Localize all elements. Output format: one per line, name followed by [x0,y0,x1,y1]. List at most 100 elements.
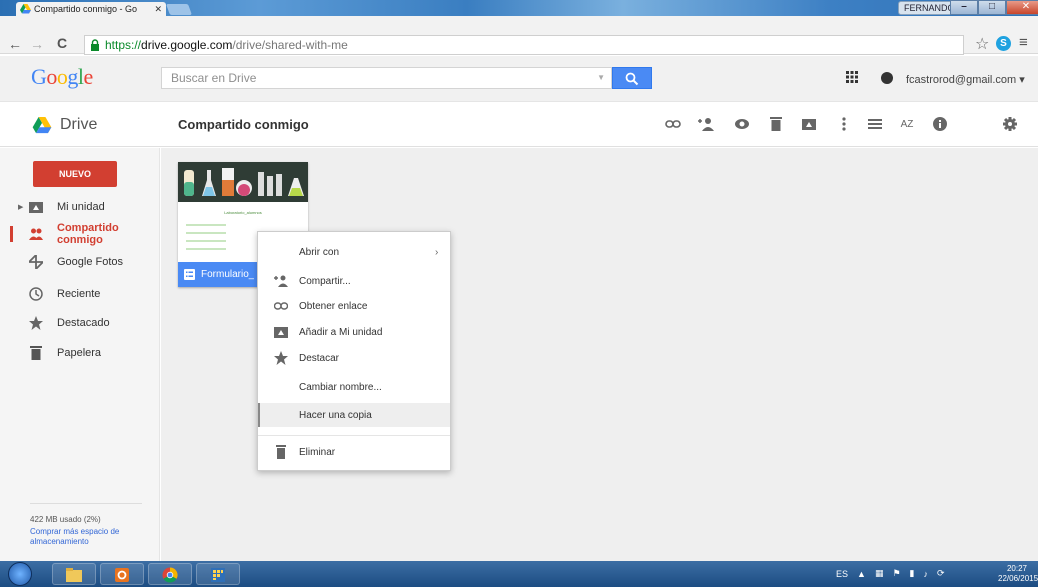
skype-extension-icon[interactable]: S [996,36,1011,51]
close-window-button[interactable]: ✕ [1006,0,1038,15]
submenu-arrow-icon: › [435,246,439,258]
tab-close-icon[interactable]: ✕ [154,4,162,15]
share-person-icon[interactable] [697,116,715,134]
menu-item-open-with[interactable]: Abrir con › [258,240,450,264]
minimize-button[interactable]: – [950,0,978,15]
app-grid-icon [211,568,225,582]
volume-icon[interactable]: ♪ [923,569,928,579]
thumbnail-line [186,240,226,242]
drive-favicon-icon [20,4,31,14]
forward-icon[interactable]: → [30,36,44,52]
sidebar-item-label: Compartido conmigo [57,222,119,246]
menu-item-share[interactable]: Compartir... [258,269,450,293]
delete-trash-icon[interactable] [767,116,785,134]
sidebar-item-label: Destacado [57,317,110,329]
trash-icon [276,445,286,459]
url-host: drive.google.com [141,38,233,52]
chrome-icon [162,567,178,583]
trash-icon [30,346,42,360]
sidebar-item-recent[interactable]: Reciente [0,280,160,308]
address-bar[interactable]: https:// drive.google.com /drive/shared-… [84,35,964,55]
preview-eye-icon[interactable] [733,116,751,134]
more-actions-icon[interactable] [835,116,853,134]
browser-menu-icon[interactable]: ≡ [1019,34,1028,51]
menu-item-rename[interactable]: Cambiar nombre... [258,375,450,399]
thumbnail-line [186,232,226,234]
search-icon [625,72,639,86]
settings-gear-icon[interactable] [1001,116,1019,134]
expand-arrow-icon[interactable]: ▶ [18,203,23,211]
taskbar-chrome-button[interactable] [148,563,192,585]
sidebar-item-label: Papelera [57,347,102,359]
sort-az-icon[interactable]: AZ [898,116,916,134]
info-icon[interactable] [931,116,949,134]
sidebar-item-photos[interactable]: Google Fotos [0,248,160,276]
buy-storage-link[interactable]: Comprar más espacio de almacenamiento [30,527,140,547]
menu-item-label: Cambiar nombre... [299,381,382,393]
system-tray: ES ▲ ▦ ⚑ ▮ ♪ ⟳ [836,568,945,579]
context-menu: Abrir con › Compartir... Obtener enlace … [257,231,451,471]
file-thumbnail-header [178,162,308,202]
menu-item-label: Obtener enlace [299,300,368,312]
sidebar-item-starred[interactable]: Destacado [0,309,160,337]
lab-illustration-icon [178,162,308,202]
new-button[interactable]: NUEVO [33,161,117,187]
my-drive-icon [29,202,43,213]
menu-item-make-copy[interactable]: Hacer una copia [258,403,450,427]
menu-item-add-to-drive[interactable]: Añadir a Mi unidad [258,320,450,344]
sidebar-item-shared[interactable]: Compartido conmigo [0,220,160,248]
drive-app-name[interactable]: Drive [60,116,97,134]
back-icon[interactable]: ← [8,36,22,52]
taskbar-outlook-button[interactable] [100,563,144,585]
menu-item-label: Eliminar [299,446,336,458]
menu-item-label: Compartir... [299,275,351,287]
outlook-icon [115,568,129,582]
get-link-icon[interactable] [664,116,682,134]
sidebar-item-label: Mi unidad [57,201,105,213]
search-input[interactable]: Buscar en Drive ▼ [161,67,612,89]
menu-item-star[interactable]: Destacar [258,346,450,370]
url-path: /drive/shared-with-me [232,38,348,52]
sidebar-item-trash[interactable]: Papelera [0,339,160,367]
taskbar-explorer-button[interactable] [52,563,96,585]
breadcrumb: Compartido conmigo [178,117,309,132]
flag-icon[interactable]: ⚑ [892,568,900,579]
taskbar-clock[interactable]: 20:27 22/06/2015 [998,564,1038,584]
window-controls: – □ ✕ [950,0,1038,15]
menu-item-label: Hacer una copia [299,409,372,421]
sidebar-item-label: Reciente [57,288,101,300]
star-icon [29,316,43,330]
drive-logo-icon[interactable] [32,117,52,134]
menu-item-get-link[interactable]: Obtener enlace [258,294,450,318]
url-scheme: https:// [105,38,142,52]
tray-expand-icon[interactable]: ▲ [857,569,866,579]
clock-icon [29,287,43,301]
new-tab-button[interactable] [165,4,193,15]
photos-icon [29,255,43,269]
maximize-button[interactable]: □ [978,0,1006,15]
network-icon[interactable]: ▦ [875,568,884,579]
browser-tab[interactable]: Compartido conmigo - Go ✕ [16,2,166,16]
tab-title: Compartido conmigo - Go [34,4,138,14]
bookmark-star-icon[interactable]: ☆ [975,34,989,54]
google-logo[interactable]: Google [31,64,93,90]
battery-icon[interactable]: ▮ [910,568,915,579]
search-options-caret-icon[interactable]: ▼ [597,68,605,88]
menu-item-label: Añadir a Mi unidad [299,326,383,338]
sync-icon[interactable]: ⟳ [937,568,945,579]
clock-time: 20:27 [1006,564,1028,573]
menu-item-delete[interactable]: Eliminar [258,440,450,464]
start-button[interactable] [8,562,32,586]
add-to-drive-icon[interactable] [800,116,818,134]
notifications-icon[interactable] [881,72,893,84]
menu-separator [258,435,450,436]
sidebar-item-my-drive[interactable]: ▶ Mi unidad [0,193,160,221]
reload-icon[interactable]: C [57,35,67,51]
list-view-icon[interactable] [866,116,884,134]
taskbar-app-grid-button[interactable] [196,563,240,585]
apps-grid-icon[interactable] [846,71,858,83]
search-button[interactable] [612,67,652,89]
account-menu[interactable]: fcastrorod@gmail.com ▾ [906,73,1025,86]
search-placeholder: Buscar en Drive [171,71,257,85]
language-indicator[interactable]: ES [836,569,848,579]
